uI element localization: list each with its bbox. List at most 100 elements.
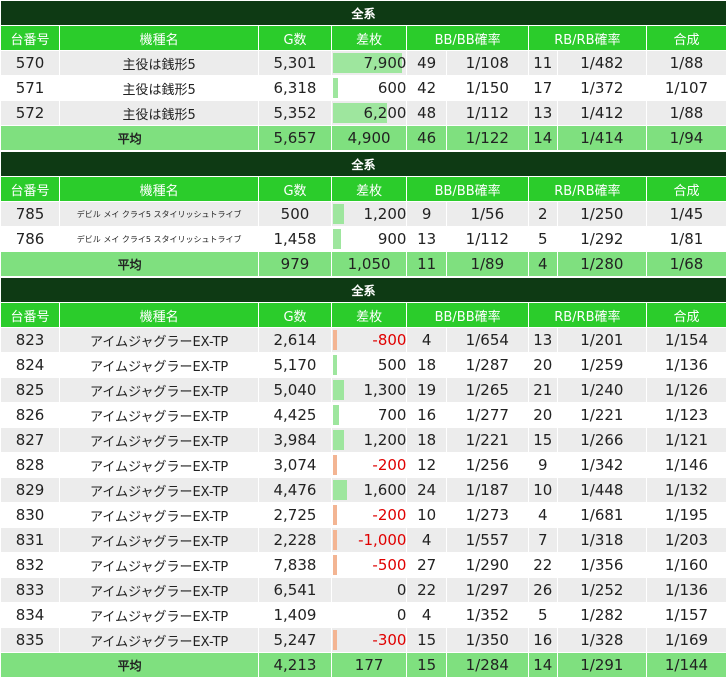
bb-count: 19 bbox=[406, 377, 447, 403]
rb-count: 20 bbox=[527, 352, 558, 378]
average-total: 1/68 bbox=[645, 251, 727, 277]
bb-count: 12 bbox=[406, 452, 447, 478]
total-rate: 1/81 bbox=[645, 226, 727, 252]
total-rate: 1/132 bbox=[645, 477, 727, 503]
diff-minus-bar bbox=[332, 455, 337, 475]
rb-rate: 1/482 bbox=[556, 50, 647, 76]
header-machine: 機種名 bbox=[59, 176, 260, 202]
rb-count: 7 bbox=[527, 527, 558, 553]
diff-value: 1,200 bbox=[363, 431, 407, 449]
section-banner: 全系 bbox=[0, 151, 727, 177]
total-rate: 1/45 bbox=[645, 201, 727, 227]
table-row: 829 アイムジャグラーEX-TP 4,476 1,600 24 1/187 10 1/448… bbox=[0, 477, 727, 503]
machine-table: 全系 台番号 機種名 G数 差枚 BB/BB確率 RB/RB確率 合成 785 デビル メイ クラ… bbox=[0, 151, 727, 277]
total-rate: 1/195 bbox=[645, 502, 727, 528]
diff-value: 700 bbox=[377, 406, 407, 424]
rb-count: 10 bbox=[527, 477, 558, 503]
header-machine: 機種名 bbox=[59, 302, 260, 328]
bb-rate: 1/265 bbox=[445, 377, 529, 403]
table-row: 834 アイムジャグラーEX-TP 1,409 0 4 1/352 5 1/282 1/157 bbox=[0, 602, 727, 628]
bb-count: 9 bbox=[406, 201, 447, 227]
bb-count: 13 bbox=[406, 226, 447, 252]
bb-count: 22 bbox=[406, 577, 447, 603]
average-total: 1/94 bbox=[645, 125, 727, 151]
machine-name: アイムジャグラーEX-TP bbox=[59, 477, 260, 503]
diff-cell: -200 bbox=[330, 452, 408, 478]
header-total: 合成 bbox=[645, 25, 727, 51]
machine-name: アイムジャグラーEX-TP bbox=[59, 627, 260, 653]
rb-count: 21 bbox=[527, 377, 558, 403]
header-rb: RB/RB確率 bbox=[527, 302, 647, 328]
games-count: 2,614 bbox=[258, 327, 332, 353]
table-row: 832 アイムジャグラーEX-TP 7,838 -500 27 1/290 22 1/356 1… bbox=[0, 552, 727, 578]
diff-cell: 1,300 bbox=[330, 377, 408, 403]
bb-count: 16 bbox=[406, 402, 447, 428]
games-count: 5,170 bbox=[258, 352, 332, 378]
header-diff: 差枚 bbox=[330, 176, 408, 202]
diff-plus-bar bbox=[332, 78, 338, 98]
machine-name: アイムジャグラーEX-TP bbox=[59, 352, 260, 378]
bb-rate: 1/557 bbox=[445, 527, 529, 553]
average-diff: 1,050 bbox=[330, 251, 408, 277]
machine-name: アイムジャグラーEX-TP bbox=[59, 327, 260, 353]
rb-rate: 1/259 bbox=[556, 352, 647, 378]
machine-name: アイムジャグラーEX-TP bbox=[59, 602, 260, 628]
bb-count: 18 bbox=[406, 352, 447, 378]
games-count: 5,352 bbox=[258, 100, 332, 126]
diff-value: -300 bbox=[372, 631, 407, 649]
bb-rate: 1/56 bbox=[445, 201, 529, 227]
total-rate: 1/136 bbox=[645, 577, 727, 603]
diff-value: -500 bbox=[372, 556, 407, 574]
rb-count: 5 bbox=[527, 226, 558, 252]
diff-cell: 600 bbox=[330, 75, 408, 101]
bb-count: 4 bbox=[406, 602, 447, 628]
total-rate: 1/121 bbox=[645, 427, 727, 453]
machine-number: 832 bbox=[0, 552, 61, 578]
section-banner: 全系 bbox=[0, 277, 727, 303]
average-label: 平均 bbox=[0, 251, 260, 277]
header-rb: RB/RB確率 bbox=[527, 25, 647, 51]
table-row: 570 主役は銭形5 5,301 7,900 49 1/108 11 1/482 1/88 bbox=[0, 50, 727, 76]
bb-count: 18 bbox=[406, 427, 447, 453]
total-rate: 1/88 bbox=[645, 50, 727, 76]
machine-number: 570 bbox=[0, 50, 61, 76]
machine-name: 主役は銭形5 bbox=[59, 75, 260, 101]
total-rate: 1/88 bbox=[645, 100, 727, 126]
header-diff: 差枚 bbox=[330, 25, 408, 51]
rb-count: 11 bbox=[527, 50, 558, 76]
column-header-row: 台番号 機種名 G数 差枚 BB/BB確率 RB/RB確率 合成 bbox=[0, 176, 727, 202]
machine-number: 825 bbox=[0, 377, 61, 403]
average-rb-rate: 1/280 bbox=[556, 251, 647, 277]
rb-rate: 1/201 bbox=[556, 327, 647, 353]
table-row: 835 アイムジャグラーEX-TP 5,247 -300 15 1/350 16 1/328 1… bbox=[0, 627, 727, 653]
machine-number: 828 bbox=[0, 452, 61, 478]
bb-rate: 1/277 bbox=[445, 402, 529, 428]
header-machine: 機種名 bbox=[59, 25, 260, 51]
rb-rate: 1/448 bbox=[556, 477, 647, 503]
average-rb: 14 bbox=[527, 652, 558, 678]
diff-cell: -300 bbox=[330, 627, 408, 653]
table-row: 833 アイムジャグラーEX-TP 6,541 0 22 1/297 26 1/252 1/13… bbox=[0, 577, 727, 603]
rb-rate: 1/318 bbox=[556, 527, 647, 553]
games-count: 7,838 bbox=[258, 552, 332, 578]
bb-rate: 1/654 bbox=[445, 327, 529, 353]
bb-rate: 1/108 bbox=[445, 50, 529, 76]
diff-cell: 0 bbox=[330, 577, 408, 603]
total-rate: 1/157 bbox=[645, 602, 727, 628]
rb-rate: 1/266 bbox=[556, 427, 647, 453]
average-row: 平均 979 1,050 11 1/89 4 1/280 1/68 bbox=[0, 251, 727, 277]
table-row: 827 アイムジャグラーEX-TP 3,984 1,200 18 1/221 15 1/266… bbox=[0, 427, 727, 453]
header-total: 合成 bbox=[645, 302, 727, 328]
machine-name: アイムジャグラーEX-TP bbox=[59, 577, 260, 603]
rb-count: 15 bbox=[527, 427, 558, 453]
rb-rate: 1/252 bbox=[556, 577, 647, 603]
bb-rate: 1/112 bbox=[445, 226, 529, 252]
column-header-row: 台番号 機種名 G数 差枚 BB/BB確率 RB/RB確率 合成 bbox=[0, 302, 727, 328]
bb-rate: 1/290 bbox=[445, 552, 529, 578]
table-row: 571 主役は銭形5 6,318 600 42 1/150 17 1/372 1/107 bbox=[0, 75, 727, 101]
average-bb-rate: 1/122 bbox=[445, 125, 529, 151]
average-bb: 46 bbox=[406, 125, 447, 151]
diff-plus-bar bbox=[332, 430, 344, 450]
bb-rate: 1/187 bbox=[445, 477, 529, 503]
header-games: G数 bbox=[258, 176, 332, 202]
